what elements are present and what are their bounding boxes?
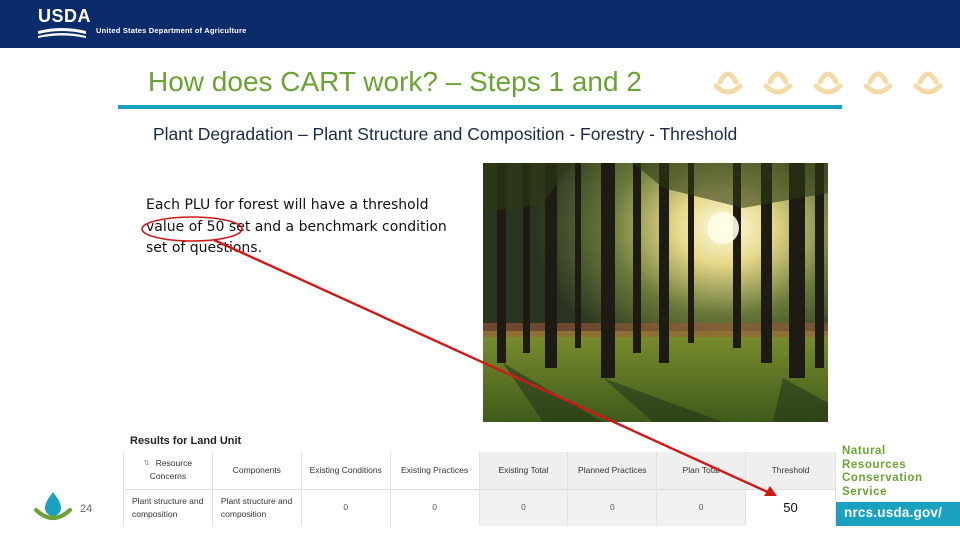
grass-sprout-decoration-icon (713, 71, 943, 95)
results-table: ⇅ Resource Concerns Components Existing C… (123, 452, 836, 526)
usda-header-bar: USDA United States Department of Agricul… (0, 0, 960, 48)
results-table-title: Results for Land Unit (130, 435, 242, 447)
agency-line: Conservation (842, 472, 923, 484)
agency-line: Service (842, 485, 888, 498)
body-text-segment: set and a benchmark condition (224, 218, 447, 235)
department-name: United States Department of Agriculture (96, 26, 247, 35)
column-header[interactable]: Planned Practices (567, 452, 658, 489)
body-line: set of questions. (146, 240, 263, 256)
agency-line: Resources (842, 458, 907, 471)
table-cell: 0 (656, 488, 747, 526)
column-header[interactable]: Threshold (745, 452, 836, 489)
agency-line: Natural (842, 445, 886, 457)
slide-subtitle: Plant Degradation – Plant Structure and … (153, 124, 738, 144)
usda-logo: USDA (38, 6, 92, 38)
body-text-segment: value of (146, 218, 207, 235)
table-row: Plant structure and composition Plant st… (123, 488, 836, 526)
forest-photo (483, 163, 828, 422)
body-line: value of 50 set and a benchmark conditio… (146, 217, 476, 239)
column-header[interactable]: Existing Conditions (301, 452, 391, 489)
column-header[interactable]: Existing Total (479, 452, 569, 489)
table-header-row: ⇅ Resource Concerns Components Existing C… (123, 452, 836, 489)
nrcs-agency-name: Natural Resources Conservation Service (842, 445, 960, 499)
threshold-value-highlight: 50 (206, 218, 225, 235)
body-line: Each PLU for forest will have a threshol… (146, 197, 429, 213)
nrcs-url-link[interactable]: nrcs.usda.gov/ (836, 502, 960, 526)
table-cell: Plant structure and composition (212, 488, 302, 526)
column-header[interactable]: Existing Practices (390, 452, 480, 489)
sort-icon: ⇅ (143, 460, 150, 468)
usda-swoosh-icon (38, 28, 86, 38)
table-cell: 0 (390, 488, 480, 526)
table-cell: 0 (301, 488, 391, 526)
body-paragraph: Each PLU for forest will have a threshol… (146, 195, 476, 260)
table-cell: 0 (567, 488, 658, 526)
nrcs-droplet-logo-icon (34, 492, 72, 520)
title-underline (118, 105, 842, 109)
table-cell: Plant structure and composition (123, 488, 213, 526)
usda-logo-text: USDA (38, 6, 92, 26)
column-header[interactable]: ⇅ Resource Concerns (123, 452, 213, 489)
column-header[interactable]: Components (212, 452, 302, 489)
page-number: 24 (80, 503, 93, 515)
column-header[interactable]: Plan Total (656, 452, 747, 489)
threshold-cell: 50 (745, 488, 836, 526)
table-cell: 0 (479, 488, 569, 526)
slide-title: How does CART work? – Steps 1 and 2 (148, 66, 642, 97)
